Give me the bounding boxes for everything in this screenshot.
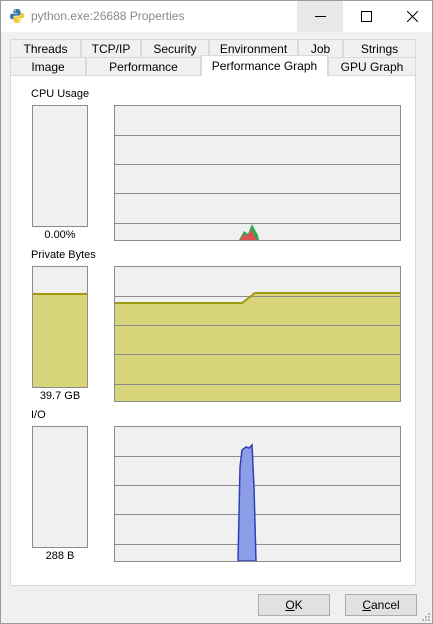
cancel-button-label: ancel [370, 598, 400, 612]
io-series [237, 443, 257, 561]
tab-gpu-graph[interactable]: GPU Graph [328, 57, 416, 76]
private-bytes-meter [32, 266, 88, 388]
title-bar[interactable]: python.exe:26688 Properties [1, 1, 432, 32]
io-value: 288 B [45, 550, 75, 562]
maximize-button[interactable] [343, 1, 389, 32]
cpu-usage-graph [114, 105, 401, 241]
window-title: python.exe:26688 Properties [31, 9, 185, 23]
ok-button-label: K [294, 598, 303, 612]
tab-row-bottom: Image Performance Performance Graph GPU … [10, 55, 416, 76]
io-label: I/O [31, 409, 46, 421]
tab-performance-graph[interactable]: Performance Graph [201, 55, 328, 76]
cpu-usage-label: CPU Usage [31, 88, 90, 100]
cpu-usage-graph-svg [115, 135, 400, 240]
minimize-icon [315, 16, 326, 17]
tab-strings[interactable]: Strings [343, 39, 416, 58]
io-graph-svg [115, 443, 400, 561]
ok-button[interactable]: OK [258, 594, 330, 616]
resize-grip-icon[interactable] [420, 611, 430, 621]
python-icon [10, 9, 24, 23]
private-bytes-meter-fill [33, 293, 87, 387]
close-button[interactable] [389, 1, 432, 32]
tab-performance[interactable]: Performance [86, 57, 201, 76]
properties-window: python.exe:26688 Properties Threads TCP/… [0, 0, 433, 624]
tab-security[interactable]: Security [141, 39, 209, 58]
private-bytes-label: Private Bytes [31, 249, 96, 261]
cancel-button[interactable]: Cancel [345, 594, 417, 616]
tab-threads[interactable]: Threads [10, 39, 81, 58]
io-meter [32, 426, 88, 548]
cpu-usage-value: 0.00% [44, 229, 76, 241]
io-graph [114, 426, 401, 562]
private-bytes-graph-svg [115, 292, 400, 401]
private-bytes-value: 39.7 GB [39, 390, 81, 402]
tab-tcpip[interactable]: TCP/IP [81, 39, 141, 58]
maximize-icon [361, 11, 372, 22]
ok-button-mnemonic: O [285, 598, 295, 612]
close-icon [407, 11, 418, 22]
cpu-usage-meter [32, 105, 88, 227]
minimize-button[interactable] [297, 1, 343, 32]
tab-image[interactable]: Image [10, 57, 86, 76]
private-bytes-graph [114, 266, 401, 402]
cancel-button-mnemonic: C [362, 598, 371, 612]
